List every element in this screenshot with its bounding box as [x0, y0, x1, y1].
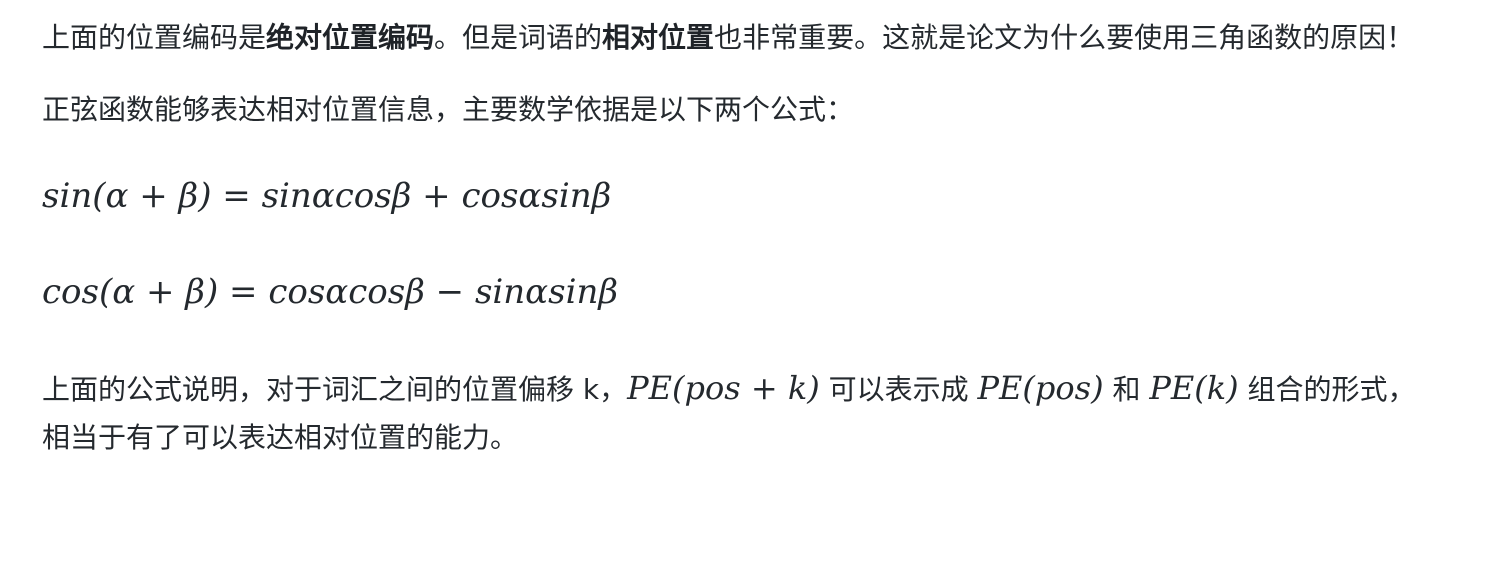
- bold-absolute-position-encoding: 绝对位置编码: [266, 21, 435, 54]
- document-body: 上面的位置编码是绝对位置编码。但是词语的相对位置也非常重要。这就是论文为什么要使…: [0, 0, 1442, 462]
- formula-cos-sum: cos(α + β) = cosαcosβ − sinαsinβ: [42, 272, 619, 312]
- paragraph-text: 也非常重要。这就是论文为什么要使用三角函数的原因！: [714, 21, 1415, 54]
- math-pe-k: PE(k): [1149, 369, 1239, 407]
- formula-sin-sum: sin(α + β) = sinαcosβ + cosαsinβ: [42, 176, 612, 216]
- paragraph-conclusion: 上面的公式说明，对于词汇之间的位置偏移 k，PE(pos + k) 可以表示成 …: [42, 364, 1442, 462]
- paragraph-text: 上面的位置编码是: [42, 21, 267, 54]
- paragraph-sine-intro: 正弦函数能够表达相对位置信息，主要数学依据是以下两个公式：: [42, 93, 855, 126]
- math-pe-pos-plus-k: PE(pos + k): [627, 369, 820, 407]
- paragraph-absolute-vs-relative: 上面的位置编码是绝对位置编码。但是词语的相对位置也非常重要。这就是论文为什么要使…: [42, 14, 1442, 62]
- paragraph-text: 可以表示成: [819, 373, 978, 406]
- bold-relative-position: 相对位置: [602, 21, 715, 54]
- paragraph-text: 上面的公式说明，对于词汇之间的位置偏移 k，: [42, 373, 628, 406]
- paragraph-text: 和: [1103, 373, 1150, 406]
- paragraph-text: 。但是词语的: [434, 21, 603, 54]
- math-pe-pos: PE(pos): [977, 369, 1104, 407]
